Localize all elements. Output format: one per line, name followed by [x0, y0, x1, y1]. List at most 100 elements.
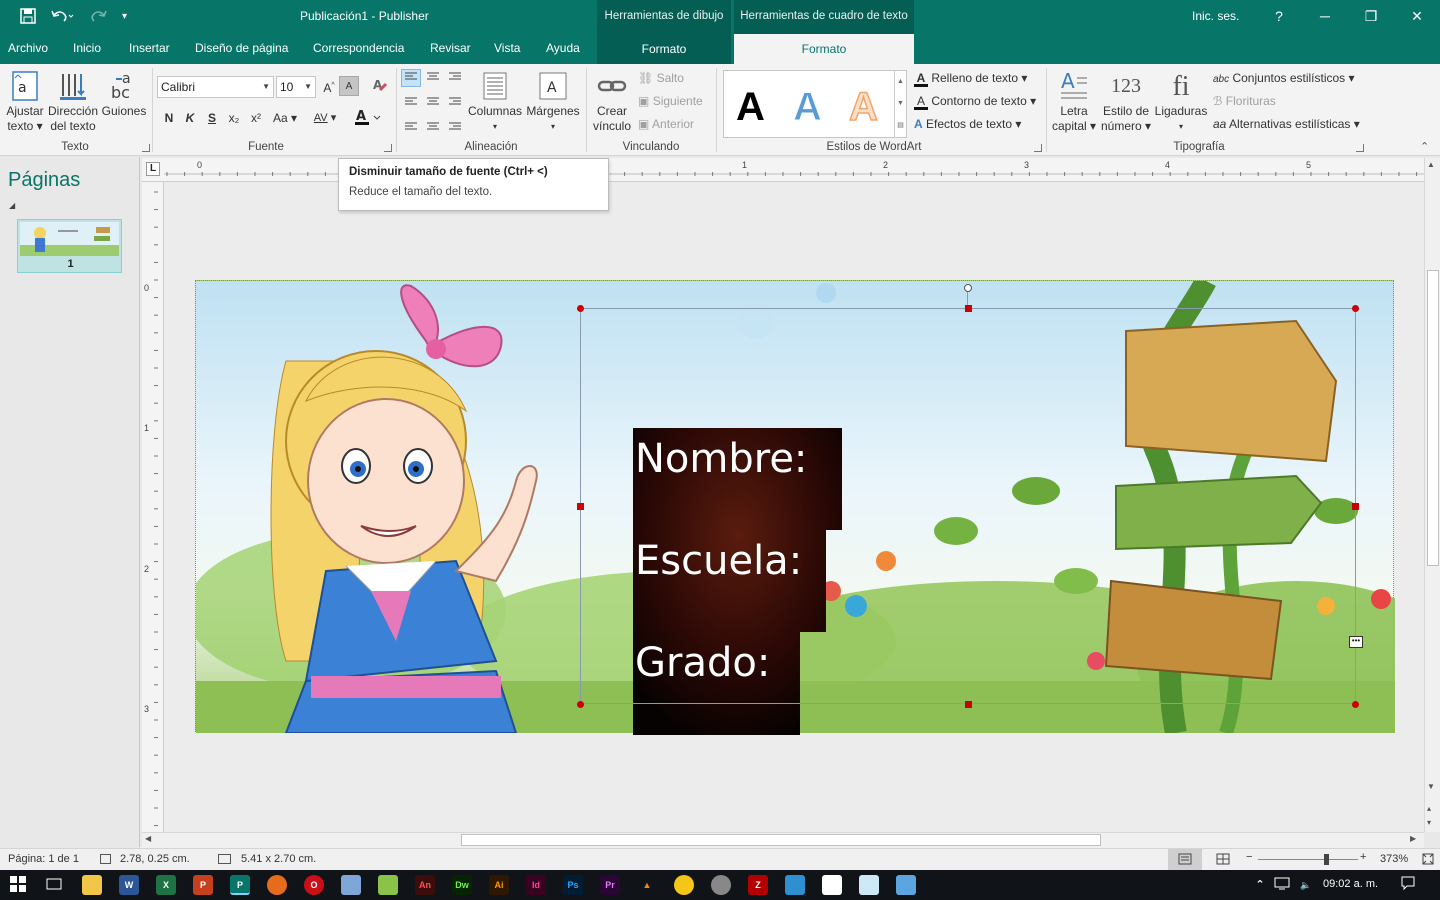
restore-icon[interactable]: ❐	[1348, 0, 1394, 32]
opera-icon[interactable]: O	[304, 875, 324, 895]
powerpoint-icon[interactable]: P	[193, 875, 213, 895]
create-link-button[interactable]: Crear vínculo	[590, 68, 634, 134]
character-spacing-button[interactable]: AV ▾	[310, 108, 340, 128]
task-view-icon[interactable]	[44, 875, 64, 895]
change-case-button[interactable]: Aa ▾	[270, 108, 300, 128]
wordart-gallery[interactable]: A A A ▲ ▼ ▤	[723, 70, 907, 138]
windows-start-icon[interactable]	[8, 875, 28, 895]
paint-icon[interactable]	[896, 875, 916, 895]
network-icon[interactable]	[1272, 875, 1292, 895]
notes-icon[interactable]	[859, 875, 879, 895]
tab-insertar[interactable]: Insertar	[129, 41, 170, 55]
subscript-button[interactable]: x₂	[225, 108, 243, 128]
file-explorer-icon[interactable]	[82, 875, 102, 895]
undo-icon[interactable]	[50, 8, 74, 26]
align-middle-center-icon[interactable]	[423, 92, 443, 110]
scroll-up-icon[interactable]: ▲	[1427, 160, 1435, 169]
resize-handle-top[interactable]	[965, 305, 972, 312]
excel-icon[interactable]: X	[156, 875, 176, 895]
text-fill-button[interactable]: A Relleno de texto ▾	[914, 68, 1027, 88]
dreamweaver-icon[interactable]: Dw	[452, 875, 472, 895]
shrink-font-button[interactable]: A	[339, 76, 359, 96]
indesign-icon[interactable]: Id	[526, 875, 546, 895]
margins-button[interactable]: A Márgenes ▾	[525, 68, 581, 134]
collapse-pane-icon[interactable]: ◢	[9, 201, 15, 210]
text-overflow-icon[interactable]: •••	[1349, 636, 1363, 648]
align-bottom-right-icon[interactable]	[445, 115, 465, 133]
help-button[interactable]: ?	[1256, 0, 1302, 32]
collapse-ribbon-icon[interactable]: ⌃	[1420, 140, 1429, 153]
customize-qat-icon[interactable]: ▾	[122, 8, 127, 26]
save-icon[interactable]	[20, 8, 36, 26]
zoom-level[interactable]: 373%	[1380, 853, 1408, 865]
text-outline-button[interactable]: A Contorno de texto ▾	[914, 91, 1036, 111]
horizontal-scrollbar[interactable]: ◀ ▶	[142, 832, 1424, 848]
app-box-icon[interactable]	[785, 875, 805, 895]
text-effects-button[interactable]: A Efectos de texto ▾	[914, 114, 1021, 134]
align-middle-right-icon[interactable]	[445, 92, 465, 110]
stylistic-alternates-button[interactable]: aa Alternativas estilísticas ▾	[1213, 114, 1360, 134]
premiere-icon[interactable]: Pr	[600, 875, 620, 895]
previous-page-icon[interactable]: ▴	[1427, 804, 1431, 813]
disk-icon[interactable]	[711, 875, 731, 895]
columns-button[interactable]: Columnas ▾	[468, 68, 522, 134]
font-name-combo[interactable]: Calibri ▼	[157, 76, 274, 98]
photoshop-icon[interactable]: Ps	[563, 875, 583, 895]
texto-dialog-launcher-icon[interactable]	[142, 144, 150, 152]
ligatures-button[interactable]: fi Ligaduras ▾	[1154, 68, 1208, 134]
resize-handle-top-left[interactable]	[577, 305, 584, 312]
vlc-icon[interactable]: ▲	[637, 875, 657, 895]
previous-link-button[interactable]: ▣ Anterior	[638, 114, 694, 134]
strikethrough-button[interactable]: S	[203, 108, 221, 128]
clear-formatting-icon[interactable]: A	[370, 76, 390, 96]
bold-button[interactable]: N	[160, 108, 178, 128]
align-bottom-left-icon[interactable]	[401, 115, 421, 133]
document-canvas[interactable]: Nombre: Escuela: Grado: •••	[164, 182, 1424, 832]
firefox-icon[interactable]	[267, 875, 287, 895]
hyphenation-button[interactable]: a bc Guiones	[100, 68, 148, 119]
drop-cap-button[interactable]: A Letra capital ▾	[1050, 68, 1098, 134]
font-size-combo[interactable]: 10 ▼	[276, 76, 316, 98]
selection-frame[interactable]: •••	[577, 284, 1363, 708]
zoom-slider-thumb[interactable]	[1324, 854, 1329, 865]
tab-formato-dibujo[interactable]: Formato	[597, 34, 731, 64]
align-top-left-icon[interactable]	[401, 69, 421, 87]
resize-handle-bottom-right[interactable]	[1352, 701, 1359, 708]
zoom-out-icon[interactable]: −	[1246, 851, 1252, 863]
tipografia-dialog-launcher-icon[interactable]	[1356, 144, 1364, 152]
wordart-dialog-launcher-icon[interactable]	[1034, 144, 1042, 152]
resize-handle-left[interactable]	[577, 503, 584, 510]
single-page-view-icon[interactable]	[1168, 849, 1202, 870]
animate-icon[interactable]: An	[415, 875, 435, 895]
sign-in-link[interactable]: Inic. ses.	[1192, 9, 1239, 23]
text-direction-button[interactable]: Dirección del texto	[47, 68, 99, 134]
vertical-ruler[interactable]: 0 1 2 3	[142, 182, 164, 832]
align-top-right-icon[interactable]	[445, 69, 465, 87]
filezilla-icon[interactable]: Z	[748, 875, 768, 895]
virtualbox-icon[interactable]	[341, 875, 361, 895]
swashes-button[interactable]: ℬ Florituras	[1213, 91, 1276, 111]
vertical-scroll-thumb[interactable]	[1427, 270, 1439, 566]
align-top-center-icon[interactable]	[423, 69, 443, 87]
dictionary-icon[interactable]	[822, 875, 842, 895]
tab-revisar[interactable]: Revisar	[430, 41, 471, 55]
rotation-handle[interactable]	[964, 284, 972, 292]
fit-page-icon[interactable]	[1422, 853, 1434, 868]
next-page-icon[interactable]: ▾	[1427, 818, 1431, 827]
tab-vista[interactable]: Vista	[494, 41, 520, 55]
scroll-right-icon[interactable]: ▶	[1410, 834, 1416, 843]
illustrator-icon[interactable]: Ai	[489, 875, 509, 895]
scroll-left-icon[interactable]: ◀	[145, 834, 151, 843]
tab-archivo[interactable]: Archivo	[8, 41, 48, 55]
gallery-scroll[interactable]: ▲ ▼ ▤	[894, 71, 906, 137]
redo-icon[interactable]	[86, 8, 110, 26]
volume-icon[interactable]: 🔈	[1296, 875, 1316, 895]
next-link-button[interactable]: ▣ Siguiente	[638, 91, 703, 111]
two-page-view-icon[interactable]	[1216, 853, 1230, 868]
horizontal-scroll-thumb[interactable]	[461, 834, 1101, 846]
align-bottom-center-icon[interactable]	[423, 115, 443, 133]
resize-handle-top-right[interactable]	[1352, 305, 1359, 312]
android-icon[interactable]	[378, 875, 398, 895]
break-link-button[interactable]: ⛓ Salto	[638, 68, 684, 88]
publisher-icon[interactable]: P	[230, 875, 250, 895]
